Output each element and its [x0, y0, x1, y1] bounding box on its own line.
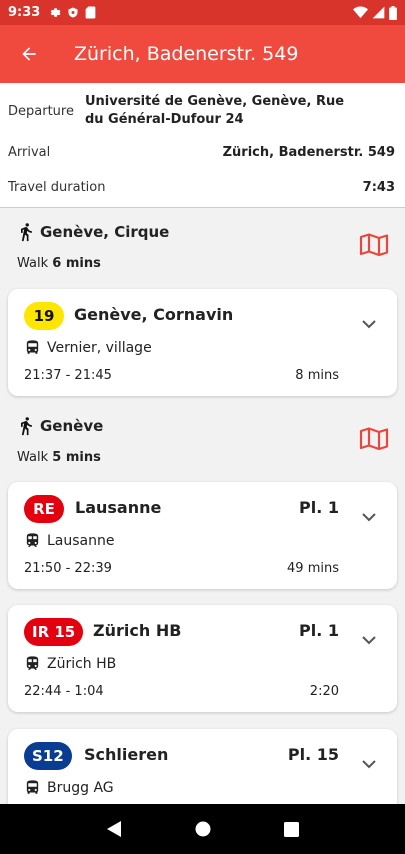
- leg-via: Zürich HB: [24, 655, 116, 672]
- walk-title: Genève, Cirque: [40, 223, 170, 241]
- line-badge: IR 15: [24, 618, 84, 646]
- walk-title-row: Genève, Cirque: [16, 220, 169, 244]
- leg-platform: Pl. 1: [299, 621, 339, 640]
- leg-times: 22:44 - 1:04: [24, 684, 104, 699]
- leg-destination: Schlieren: [84, 745, 169, 764]
- chevron-down-icon[interactable]: [361, 319, 377, 329]
- arrival-value: Zürich, Badenerstr. 549: [222, 145, 395, 160]
- settings-icon: [51, 8, 61, 17]
- trip-summary: Departure Université de Genève, Genève, …: [0, 83, 405, 208]
- leg-via-text: Vernier, village: [47, 339, 152, 356]
- leg-via: Vernier, village: [24, 339, 152, 356]
- walk-title: Genève: [40, 417, 104, 435]
- chevron-down-icon[interactable]: [361, 635, 377, 645]
- status-time: 9:33: [8, 5, 41, 20]
- leg-times: 21:37 - 21:45: [24, 368, 112, 383]
- leg-via-text: Lausanne: [47, 532, 115, 549]
- bus-icon: [26, 780, 39, 794]
- page-title: Zürich, Badenerstr. 549: [74, 43, 299, 65]
- departure-label: Departure: [8, 103, 74, 119]
- bus-icon: [26, 340, 39, 354]
- wifi-icon: [353, 6, 368, 19]
- leg-via: Lausanne: [24, 532, 114, 549]
- train-icon: [26, 533, 39, 547]
- duration-label: Travel duration: [8, 180, 106, 195]
- leg-destination: Lausanne: [75, 498, 162, 517]
- departure-value: Université de Genève, Genève, Rue du Gén…: [84, 94, 345, 127]
- departure-row: Departure Université de Genève, Genève, …: [8, 93, 395, 129]
- map-icon[interactable]: [359, 232, 389, 258]
- leg-duration: 8 mins: [295, 368, 339, 383]
- pedestrian-icon: [21, 223, 32, 242]
- leg-via-text: Brugg AG: [47, 779, 114, 796]
- line-badge: 19: [24, 302, 64, 330]
- arrival-row: Arrival Zürich, Badenerstr. 549: [8, 145, 395, 160]
- walk-prefix: Walk: [17, 256, 49, 271]
- sd-card-icon: [85, 6, 96, 19]
- app-bar: Zürich, Badenerstr. 549: [0, 25, 405, 83]
- system-nav-bar: [0, 804, 405, 854]
- leg-via: Brugg AG: [24, 779, 114, 796]
- train-icon: [26, 656, 39, 670]
- map-icon[interactable]: [359, 426, 389, 452]
- back-arrow-icon: [22, 47, 36, 61]
- leg-card[interactable]: RE Lausanne Pl. 1 Lausanne 21:50 - 22:39…: [8, 482, 397, 589]
- walk-prefix: Walk: [17, 450, 49, 465]
- leg-times: 21:50 - 22:39: [24, 561, 112, 576]
- arrival-label: Arrival: [8, 145, 51, 160]
- walk-title-row: Genève: [16, 414, 103, 438]
- leg-platform: Pl. 1: [299, 498, 339, 517]
- nav-home-icon[interactable]: [195, 821, 211, 837]
- back-button[interactable]: [0, 25, 58, 83]
- signal-icon: [372, 6, 385, 19]
- leg-via-text: Zürich HB: [47, 655, 117, 672]
- leg-card[interactable]: IR 15 Zürich HB Pl. 1 Zürich HB 22:44 - …: [8, 605, 397, 712]
- leg-destination: Genève, Cornavin: [74, 305, 234, 324]
- duration-row: Travel duration 7:43: [8, 180, 395, 195]
- leg-platform: Pl. 15: [287, 745, 339, 764]
- leg-destination: Zürich HB: [93, 621, 182, 640]
- walk-duration-value: 5 mins: [52, 450, 101, 465]
- nav-back-icon[interactable]: [106, 820, 122, 838]
- pedestrian-icon: [21, 417, 32, 436]
- leg-duration: 49 mins: [287, 561, 339, 576]
- duration-value: 7:43: [362, 180, 395, 195]
- leg-duration: 2:20: [309, 684, 339, 699]
- line-badge: S12: [24, 742, 72, 770]
- walk-duration: Walk 5 mins: [17, 450, 101, 465]
- status-bar: 9:33: [0, 0, 405, 25]
- shield-icon: [68, 7, 78, 18]
- walk-duration: Walk 6 mins: [17, 256, 101, 271]
- nav-recents-icon[interactable]: [283, 821, 299, 837]
- chevron-down-icon[interactable]: [361, 512, 377, 522]
- walk-duration-value: 6 mins: [52, 256, 101, 271]
- line-badge: RE: [24, 495, 64, 523]
- walk-segment: Genève, Cirque Walk 6 mins: [0, 220, 405, 300]
- leg-card[interactable]: 19 Genève, Cornavin Vernier, village 21:…: [8, 289, 397, 396]
- battery-icon: [389, 5, 397, 20]
- chevron-down-icon[interactable]: [361, 759, 377, 769]
